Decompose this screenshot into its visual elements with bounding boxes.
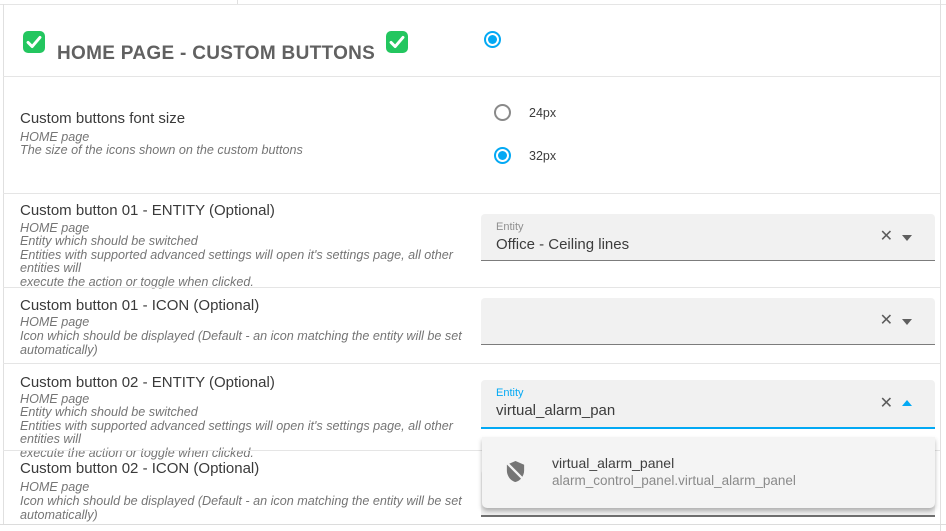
page-title: HOME PAGE - CUSTOM BUTTONS bbox=[57, 42, 376, 64]
entity-combobox-button01[interactable]: Entity ✕ bbox=[481, 214, 935, 261]
radio-selected-icon[interactable] bbox=[494, 147, 511, 164]
field-label: Entity bbox=[496, 387, 524, 399]
header-radio-selected[interactable] bbox=[484, 31, 501, 48]
setting-description: HOME page Entity which should be switche… bbox=[20, 221, 453, 289]
divider bbox=[0, 4, 946, 5]
clear-x-icon[interactable]: ✕ bbox=[880, 313, 893, 329]
divider bbox=[3, 193, 940, 194]
divider bbox=[0, 524, 946, 525]
setting-title-font-size: Custom buttons font size bbox=[20, 110, 186, 127]
divider bbox=[3, 363, 940, 364]
divider bbox=[940, 0, 941, 531]
suggestion-item-virtual-alarm-panel[interactable]: virtual_alarm_panel alarm_control_panel.… bbox=[482, 437, 935, 508]
setting-title-button01-icon: Custom button 01 - ICON (Optional) bbox=[20, 297, 260, 314]
field-label: Entity bbox=[496, 221, 524, 233]
chevron-down-icon[interactable] bbox=[902, 235, 912, 241]
chevron-down-icon[interactable] bbox=[902, 319, 912, 325]
divider bbox=[3, 287, 940, 288]
setting-title-button02-icon: Custom button 02 - ICON (Optional) bbox=[20, 460, 260, 477]
entity-input-button02[interactable] bbox=[496, 402, 826, 419]
font-size-option-32px[interactable]: 32px bbox=[494, 147, 556, 164]
check-square-icon bbox=[386, 31, 408, 53]
divider bbox=[3, 4, 4, 524]
chevron-up-icon[interactable] bbox=[902, 399, 912, 406]
entity-input-button01[interactable] bbox=[496, 236, 826, 253]
clear-x-icon[interactable]: ✕ bbox=[880, 395, 893, 412]
suggestion-secondary-text: alarm_control_panel.virtual_alarm_panel bbox=[552, 473, 796, 488]
divider bbox=[3, 76, 940, 77]
icon-combobox-button01[interactable]: ✕ bbox=[481, 298, 935, 345]
setting-description: HOME page The size of the icons shown on… bbox=[20, 130, 303, 158]
font-size-option-24px[interactable]: 24px bbox=[494, 104, 556, 121]
setting-title-button01-entity: Custom button 01 - ENTITY (Optional) bbox=[20, 202, 275, 219]
entity-combobox-button02[interactable]: Entity ✕ bbox=[481, 380, 935, 429]
setting-title-button02-entity: Custom button 02 - ENTITY (Optional) bbox=[20, 374, 275, 391]
entity-suggestion-menu: virtual_alarm_panel alarm_control_panel.… bbox=[482, 437, 935, 508]
setting-description: HOME page Icon which should be displayed… bbox=[20, 480, 462, 522]
shield-off-icon bbox=[504, 460, 527, 488]
divider bbox=[237, 0, 238, 4]
setting-description: HOME page Icon which should be displayed… bbox=[20, 315, 462, 357]
settings-page: HOME PAGE - CUSTOM BUTTONS Custom button… bbox=[0, 0, 946, 531]
suggestion-primary-text: virtual_alarm_panel bbox=[552, 455, 675, 471]
check-square-icon bbox=[23, 31, 45, 53]
radio-unselected-icon[interactable] bbox=[494, 104, 511, 121]
clear-x-icon[interactable]: ✕ bbox=[880, 229, 893, 245]
icon-input-button01[interactable] bbox=[496, 320, 826, 337]
